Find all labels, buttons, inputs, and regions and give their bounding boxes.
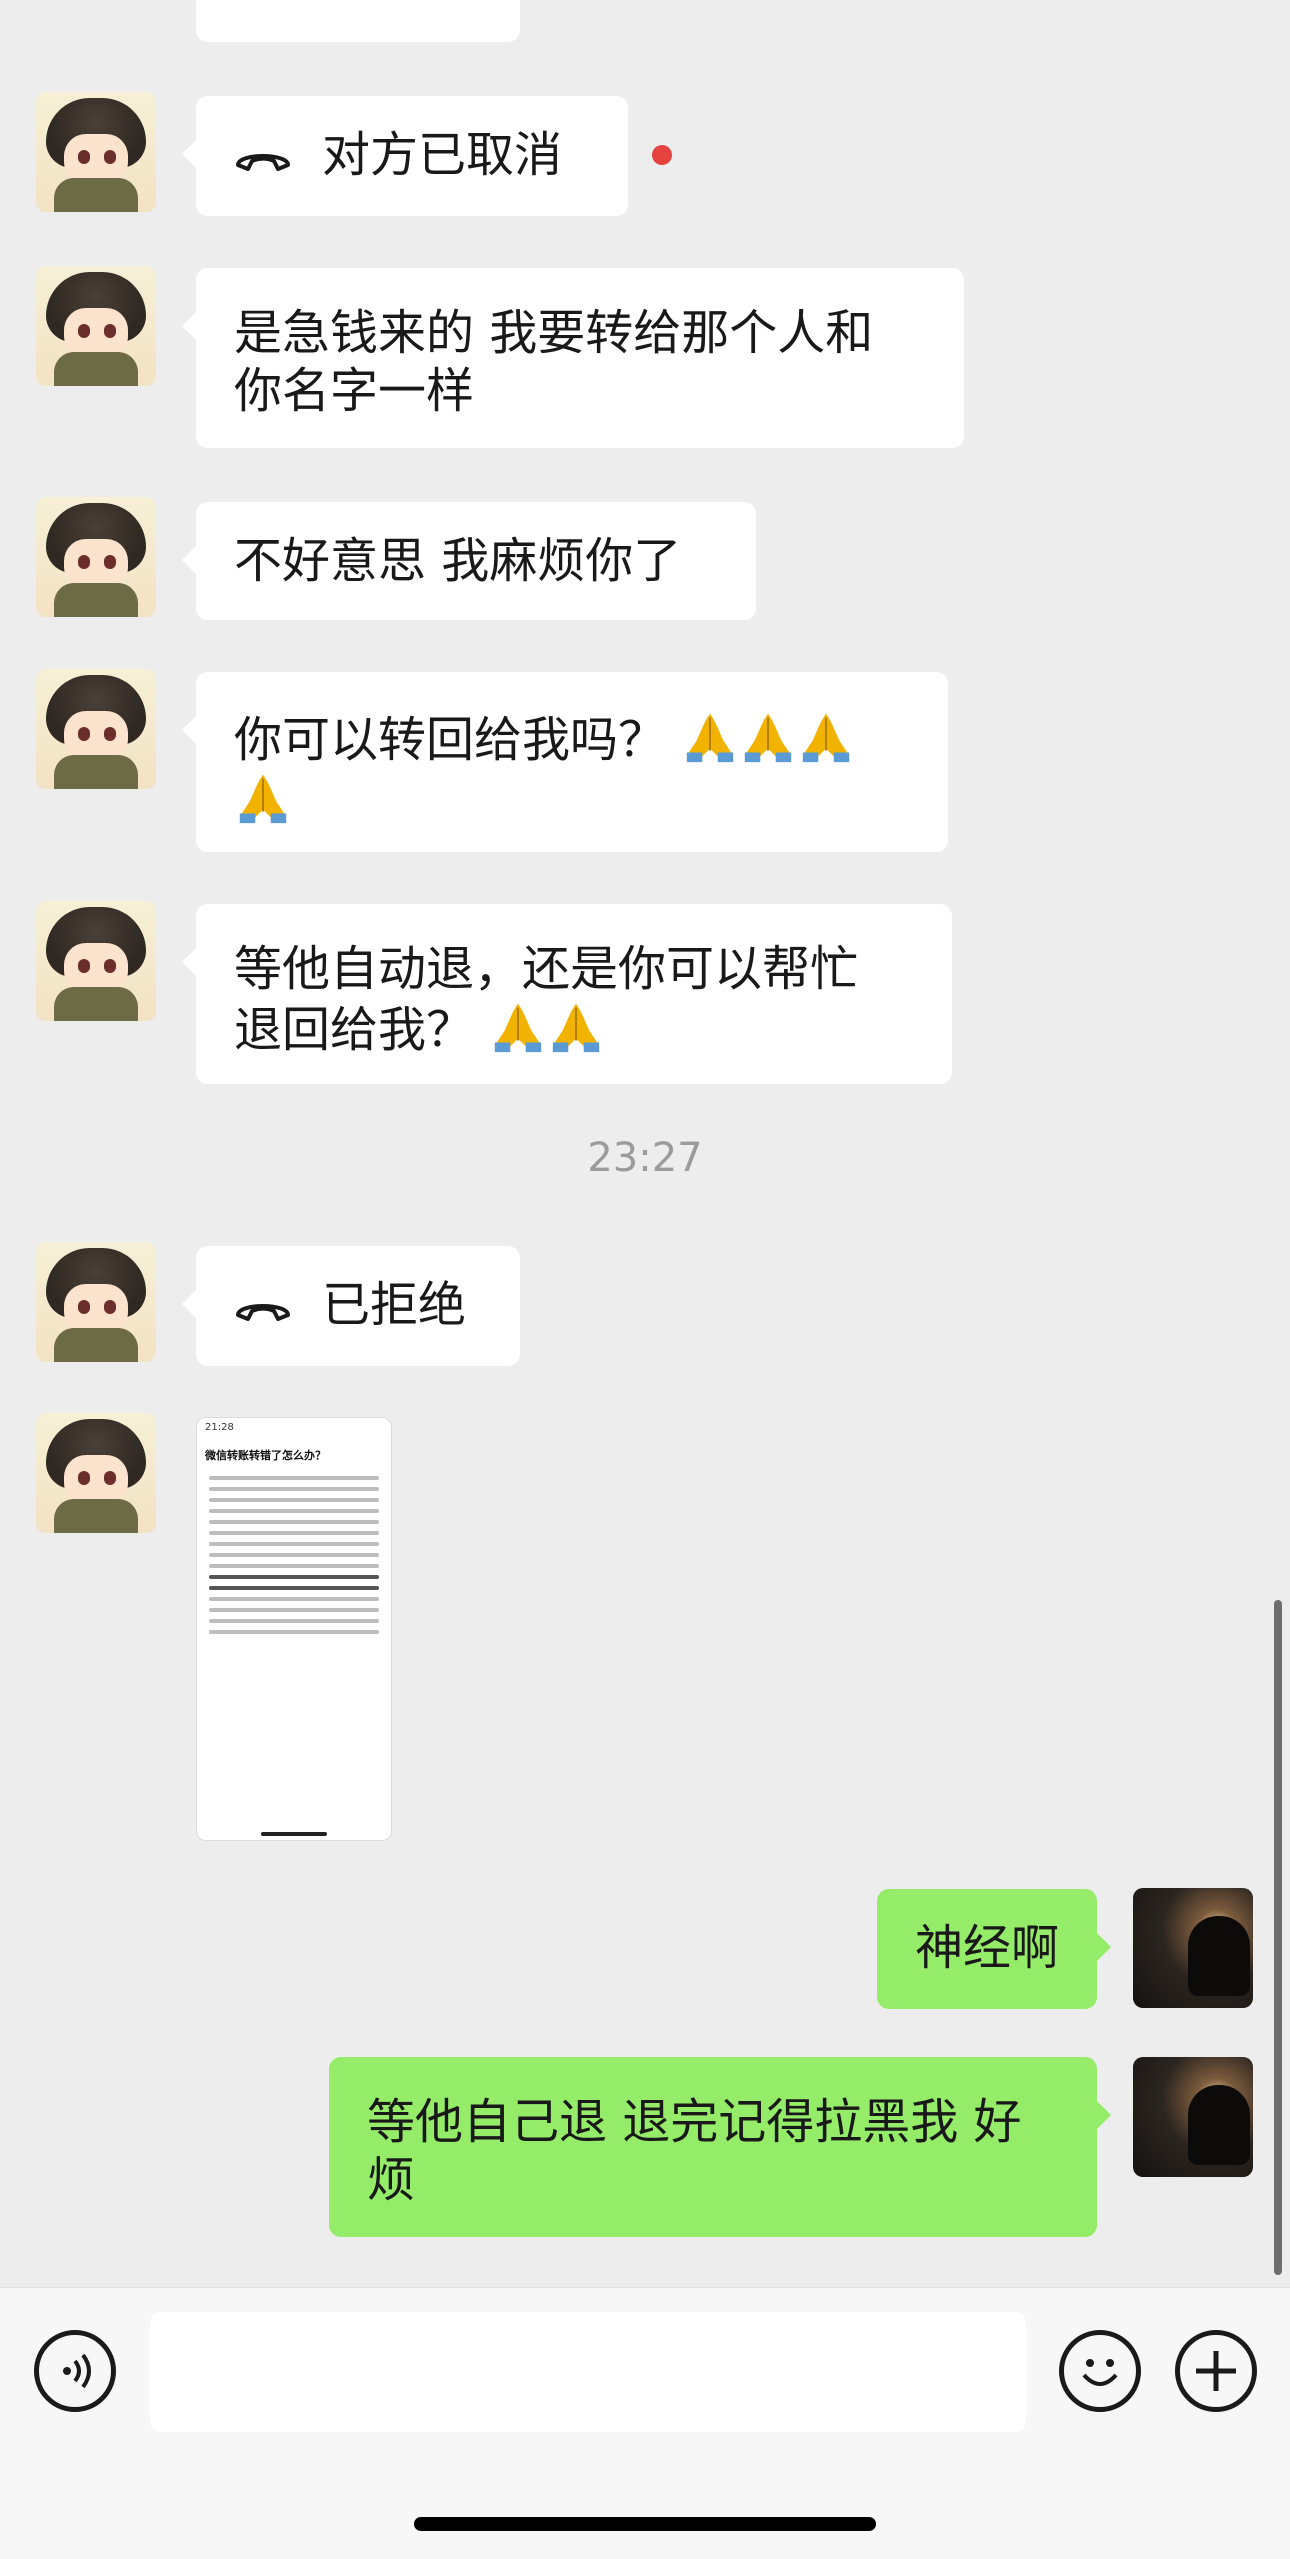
message-line: 不好意思 我麻烦你了 [234, 533, 682, 589]
folded-hands-emoji [553, 1003, 600, 1053]
message-line: 等他自己退 退完记得拉黑我 好 [367, 2094, 1022, 2150]
message-call-rejected[interactable]: 已拒绝 [182, 1246, 520, 1366]
chat-input-bar [0, 2287, 1290, 2559]
message-bubble[interactable]: 你可以转回给我吗？ [182, 672, 948, 852]
message-bubble[interactable]: 是急钱来的 我要转给那个人和 你名字一样 [182, 268, 964, 448]
my-message-bubble[interactable]: 等他自己退 退完记得拉黑我 好 烦 [329, 2057, 1111, 2237]
message-line: 是急钱来的 我要转给那个人和 [234, 305, 874, 361]
message-call-cancelled[interactable]: 对方已取消 [182, 96, 628, 216]
my-message-bubble[interactable]: 神经啊 [877, 1889, 1111, 2009]
message-line: 你名字一样 [234, 363, 475, 419]
contact-avatar[interactable] [36, 1242, 156, 1362]
folded-hands-emoji [687, 713, 734, 763]
folded-hands-emoji [803, 713, 850, 763]
call-status-text: 已拒绝 [322, 1277, 467, 1333]
contact-avatar[interactable] [36, 92, 156, 212]
contact-avatar[interactable] [36, 669, 156, 789]
phone-hangup-icon [236, 1304, 290, 1321]
scrollbar[interactable] [1274, 1600, 1282, 2275]
voice-input-icon[interactable] [34, 2330, 116, 2412]
message-line: 烦 [367, 2152, 416, 2208]
folded-hands-emoji [495, 1003, 542, 1053]
folded-hands-emoji [239, 774, 287, 824]
message-bubble[interactable]: 不好意思 我麻烦你了 [182, 502, 756, 620]
image-message-thumbnail[interactable]: 21:28 微信转账转错了怎么办？ [196, 1417, 392, 1841]
contact-avatar[interactable] [36, 1413, 156, 1533]
message-line: 神经啊 [915, 1920, 1060, 1976]
message-line: 等他自动退，还是你可以帮忙 [234, 941, 859, 997]
message-bubble[interactable]: 等他自动退，还是你可以帮忙 退回给我？ [182, 904, 952, 1084]
timestamp: 23:27 [587, 1135, 703, 1181]
previous-message-fragment [196, 0, 520, 42]
plus-icon[interactable] [1175, 2330, 1257, 2412]
contact-avatar[interactable] [36, 901, 156, 1021]
contact-avatar[interactable] [36, 497, 156, 617]
my-avatar[interactable] [1133, 2057, 1253, 2177]
message-line: 退回给我？ [234, 1002, 475, 1058]
phone-hangup-icon [236, 154, 290, 171]
emoji-icon[interactable] [1059, 2330, 1141, 2412]
home-indicator[interactable] [414, 2517, 876, 2531]
my-avatar[interactable] [1133, 1888, 1253, 2008]
thumbnail-status-time: 21:28 [205, 1422, 234, 1433]
message-line: 你可以转回给我吗？ [234, 712, 667, 768]
folded-hands-emoji [745, 713, 792, 763]
message-input[interactable] [150, 2312, 1026, 2432]
thumbnail-article-title: 微信转账转错了怎么办？ [205, 1449, 326, 1462]
unread-dot [652, 145, 672, 165]
contact-avatar[interactable] [36, 266, 156, 386]
call-status-text: 对方已取消 [322, 127, 563, 183]
